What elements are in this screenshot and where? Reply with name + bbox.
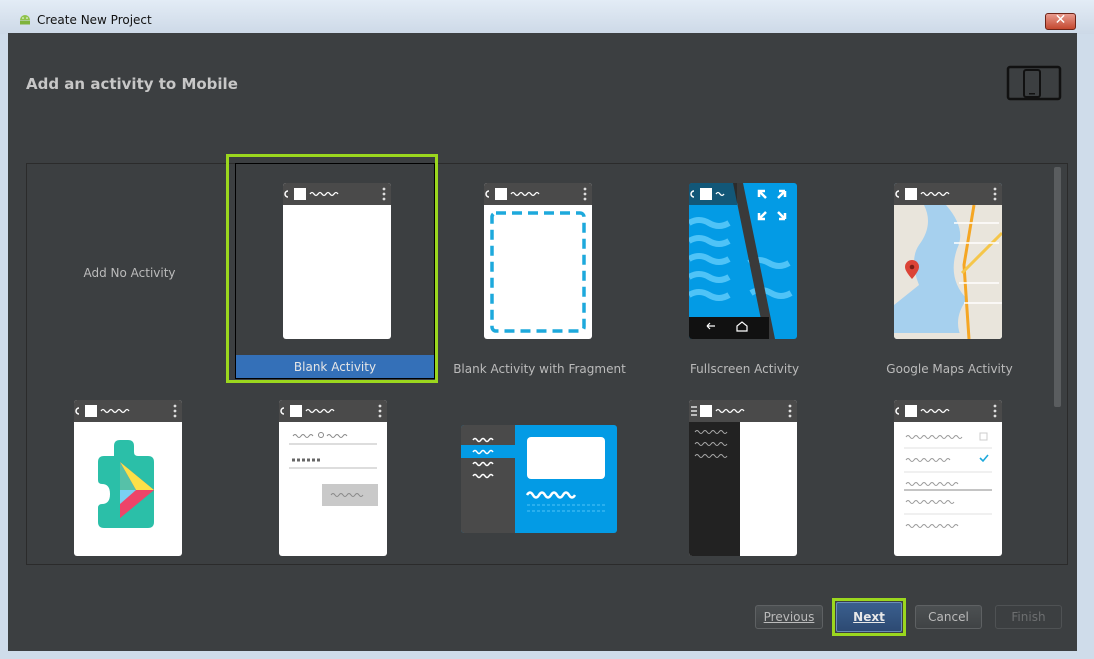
phone-tablet-icon	[1006, 65, 1062, 101]
activity-tile-settings[interactable]	[847, 380, 1052, 564]
finish-label: Finish	[1011, 610, 1046, 624]
activity-thumbnail	[279, 400, 387, 556]
activity-thumbnail	[689, 183, 797, 339]
page-title: Add an activity to Mobile	[26, 75, 238, 93]
selected-highlight: Blank Activity	[226, 154, 438, 383]
activity-tile-blank[interactable]: Blank Activity	[235, 163, 435, 379]
activity-label: Add No Activity	[83, 266, 176, 280]
activity-thumbnail	[461, 425, 617, 533]
gallery-scrollbar[interactable]	[1053, 165, 1063, 561]
activity-thumbnail	[74, 400, 182, 556]
title-bar[interactable]: Create New Project ✕	[0, 0, 1094, 34]
cancel-button[interactable]: Cancel	[915, 605, 982, 629]
cancel-label: Cancel	[928, 610, 969, 624]
activity-thumbnail	[894, 400, 1002, 556]
close-button[interactable]: ✕	[1045, 12, 1076, 30]
activity-tile-fullscreen[interactable]: Fullscreen Activity	[642, 164, 847, 380]
activity-thumbnail	[283, 183, 391, 339]
previous-label: Previous	[763, 610, 815, 624]
activity-tile-login[interactable]	[232, 380, 437, 564]
next-label: Next	[853, 610, 885, 624]
google-play-services-icon	[98, 440, 154, 528]
activity-thumbnail	[484, 183, 592, 339]
next-button[interactable]: Next	[836, 602, 902, 632]
activity-label: Blank Activity	[236, 355, 434, 378]
activity-gallery: Add No Activity Blank Activity with Frag…	[26, 163, 1068, 565]
activity-label: Blank Activity with Fragment	[453, 362, 626, 376]
close-icon: ✕	[1054, 12, 1067, 28]
activity-label: Fullscreen Activity	[689, 362, 800, 376]
finish-button[interactable]: Finish	[995, 605, 1062, 629]
activity-label: Google Maps Activity	[886, 362, 1013, 376]
activity-tile-play-services[interactable]	[27, 380, 232, 564]
activity-tile-no-activity[interactable]: Add No Activity	[27, 164, 232, 380]
activity-tile-blank-fragment[interactable]: Blank Activity with Fragment	[437, 164, 642, 380]
activity-thumbnail	[689, 400, 797, 556]
activity-thumbnail	[894, 183, 1002, 339]
window-title: Create New Project	[37, 13, 152, 27]
activity-tile-navigation-drawer[interactable]	[642, 380, 847, 564]
previous-button[interactable]: Previous	[755, 605, 823, 629]
scrollbar-thumb[interactable]	[1054, 167, 1061, 407]
dialog-window: Create New Project ✕ Add an activity to …	[0, 0, 1094, 659]
activity-tile-master-detail[interactable]	[437, 380, 642, 564]
activity-tile-google-maps[interactable]: Google Maps Activity	[847, 164, 1052, 380]
android-icon	[20, 15, 30, 25]
dialog-content: Add an activity to Mobile Add No Activit…	[8, 33, 1077, 651]
